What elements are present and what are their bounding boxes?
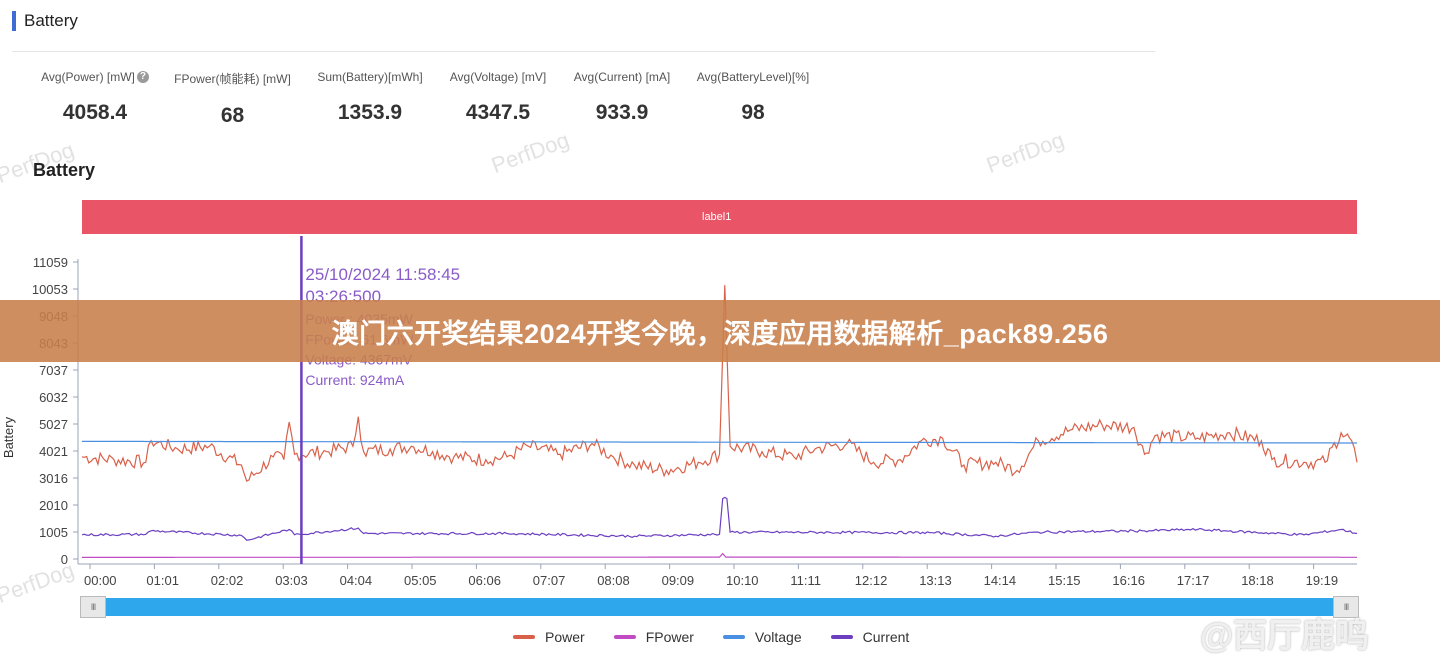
legend-label: FPower: [645, 629, 694, 645]
help-icon[interactable]: ?: [136, 71, 149, 83]
y-tick-label: 4021: [39, 444, 68, 459]
section-accent-bar: [12, 11, 16, 31]
slider-handle-left[interactable]: III: [80, 596, 106, 618]
x-tick-label: 12:12: [855, 573, 888, 588]
weibo-watermark: @西厅鹿鸣: [1200, 617, 1370, 655]
stat-value: 98: [741, 101, 765, 124]
stat-fpower: FPower(帧能耗) [mW] 68: [160, 70, 305, 128]
x-tick-label: 01:01: [146, 573, 179, 588]
stat-value: 4347.5: [465, 101, 531, 124]
stat-avg-current: Avg(Current) [mA] 933.9: [561, 70, 683, 128]
label-band-text: label1: [702, 211, 732, 223]
y-tick-label: 5027: [39, 417, 68, 432]
legend-label: Voltage: [754, 629, 802, 645]
stat-label: Avg(Current) [mA]: [573, 70, 671, 84]
x-tick-label: 15:15: [1048, 573, 1081, 588]
y-tick-label: 3016: [39, 471, 68, 486]
stat-sum-battery: Sum(Battery)[mWh] 1353.9: [305, 70, 435, 128]
stat-label: Avg(Power) [mW]: [41, 70, 135, 84]
chart-title: Battery: [33, 160, 96, 180]
stat-avg-power: Avg(Power) [mW]? 4058.4: [30, 70, 160, 128]
stat-value: 4058.4: [62, 101, 128, 124]
y-tick-label: 11059: [33, 255, 68, 270]
x-tick-label: 07:07: [533, 573, 566, 588]
y-tick-label: 7037: [39, 363, 68, 378]
legend-item-voltage[interactable]: Voltage: [722, 629, 802, 645]
series-line-voltage: [82, 440, 1357, 444]
stat-label: FPower(帧能耗) [mW]: [174, 72, 291, 86]
x-tick-label: 14:14: [984, 573, 1017, 588]
chart-legend: Power FPower Voltage Current: [513, 629, 938, 645]
stat-value: 1353.9: [337, 101, 403, 124]
legend-item-current[interactable]: Current: [830, 629, 910, 645]
section-header: Battery: [12, 10, 78, 32]
x-tick-label: 10:10: [726, 573, 759, 588]
y-tick-label: 10053: [32, 282, 68, 297]
tooltip-current: Current: 924mA: [305, 372, 404, 388]
x-tick-label: 09:09: [662, 573, 695, 588]
legend-item-power[interactable]: Power: [513, 629, 585, 645]
legend-label: Current: [862, 629, 910, 645]
watermark: PerfDog: [487, 126, 573, 179]
legend-swatch: [830, 635, 853, 639]
legend-swatch: [613, 635, 636, 639]
battery-chart[interactable]: 0100520103016402150276032703780439048100…: [0, 236, 1440, 596]
zoom-slider[interactable]: III III: [80, 596, 1359, 618]
section-title: Battery: [24, 11, 78, 30]
stat-label: Sum(Battery)[mWh]: [317, 70, 423, 84]
x-tick-label: 05:05: [404, 573, 437, 588]
x-tick-label: 08:08: [597, 573, 630, 588]
x-tick-label: 06:06: [468, 573, 501, 588]
overlay-banner: 澳门六开奖结果2024开奖今晚，深度应用数据解析_pack89.256: [0, 300, 1440, 362]
legend-item-fpower[interactable]: FPower: [613, 629, 694, 645]
series-line-fpower: [82, 552, 1357, 558]
stat-avg-voltage: Avg(Voltage) [mV] 4347.5: [435, 70, 561, 128]
legend-label: Power: [545, 629, 585, 645]
x-tick-label: 02:02: [211, 573, 244, 588]
overlay-text: 澳门六开奖结果2024开奖今晚，深度应用数据解析_pack89.256: [331, 318, 1109, 349]
stat-value: 933.9: [595, 101, 649, 124]
legend-swatch: [722, 635, 745, 639]
x-tick-label: 11:11: [790, 573, 821, 588]
stat-avg-battery-level: Avg(BatteryLevel)[%] 98: [683, 70, 823, 128]
stat-value: 68: [220, 104, 245, 127]
stats-row: Avg(Power) [mW]? 4058.4 FPower(帧能耗) [mW]…: [30, 70, 823, 128]
header-divider: [12, 51, 1155, 52]
x-tick-label: 19:19: [1306, 573, 1339, 588]
x-tick-label: 03:03: [275, 573, 308, 588]
x-tick-label: 18:18: [1241, 573, 1274, 588]
y-tick-label: 6032: [39, 390, 68, 405]
label-band[interactable]: label1: [82, 200, 1357, 234]
x-tick-label: 16:16: [1112, 573, 1145, 588]
stat-label: Avg(BatteryLevel)[%]: [696, 70, 810, 84]
x-tick-label: 00:00: [84, 573, 117, 588]
y-tick-label: 0: [61, 552, 68, 567]
watermark: PerfDog: [982, 126, 1068, 179]
tooltip-datetime: 25/10/2024 11:58:45: [305, 265, 460, 284]
x-tick-label: 13:13: [919, 573, 952, 588]
x-tick-label: 04:04: [340, 573, 373, 588]
x-tick-label: 17:17: [1177, 573, 1210, 588]
stat-label: Avg(Voltage) [mV]: [449, 70, 547, 84]
legend-swatch: [513, 635, 535, 639]
series-line-current: [81, 496, 1358, 541]
y-tick-label: 1005: [39, 525, 68, 540]
y-tick-label: 2010: [39, 498, 68, 513]
